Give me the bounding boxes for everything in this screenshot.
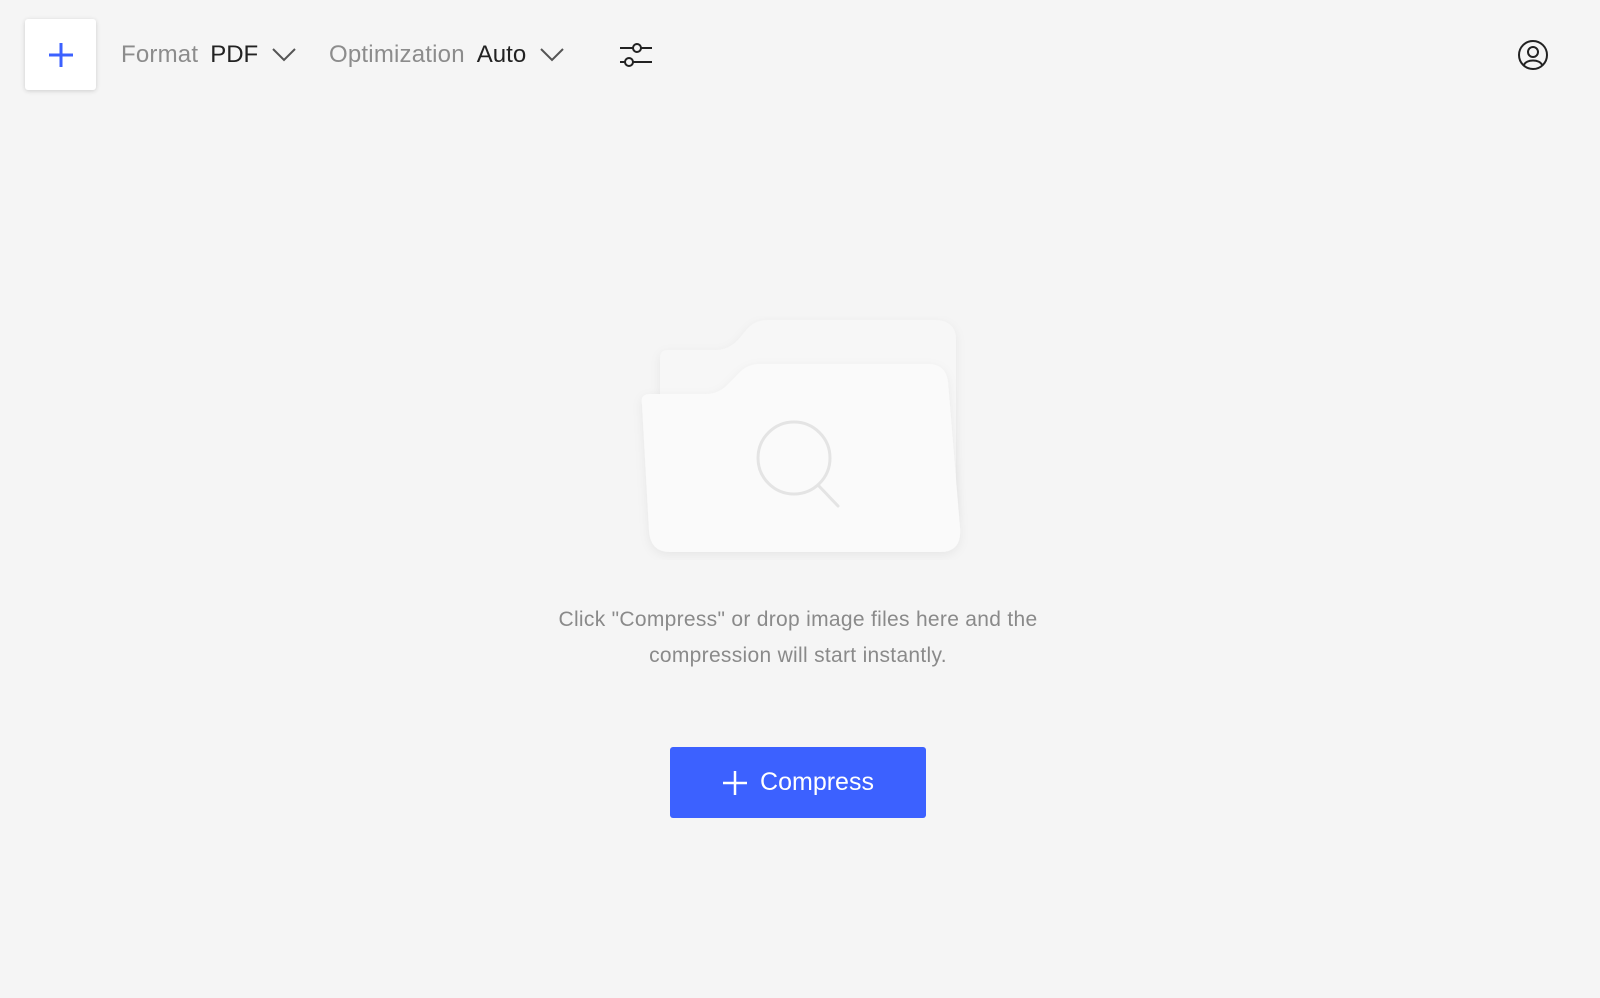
app-page: Format PDF Optimization Auto Click "Comp… [0,0,1600,998]
settings-button[interactable] [617,37,655,73]
plus-icon [48,42,73,67]
format-dropdown[interactable]: Format PDF [121,36,296,74]
plus-icon [722,770,748,796]
drop-hint-text: Click "Compress" or drop image files her… [500,602,1096,674]
compress-button-label: Compress [760,768,874,796]
compress-button[interactable]: Compress [670,747,926,818]
add-files-button[interactable] [25,19,96,90]
sliders-icon [620,43,652,67]
user-circle-icon [1518,40,1548,70]
format-value: PDF [210,41,259,68]
hint-line-2: compression will start instantly. [649,644,947,667]
toolbar: Format PDF Optimization Auto [0,0,1600,110]
optimization-dropdown[interactable]: Optimization Auto [329,36,564,74]
account-button[interactable] [1516,38,1550,72]
chevron-down-icon [272,48,296,62]
format-label: Format [121,41,199,68]
chevron-down-icon [540,48,564,62]
folder-search-icon [632,316,968,560]
optimization-label: Optimization [329,41,465,68]
hint-line-1: Click "Compress" or drop image files her… [558,608,1038,631]
optimization-value: Auto [476,41,527,68]
